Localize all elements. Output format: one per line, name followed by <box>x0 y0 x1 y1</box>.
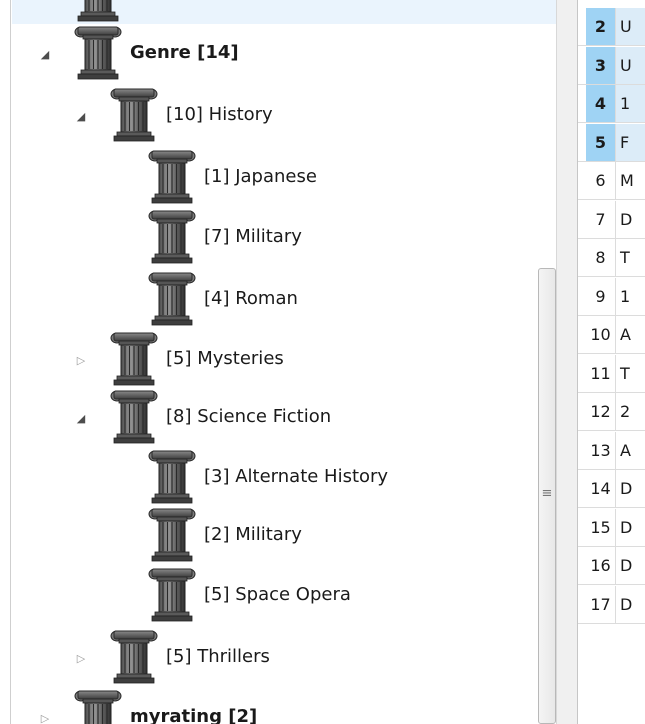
grid-row[interactable]: 5F <box>578 124 645 162</box>
grid-row[interactable]: 14 D <box>578 470 645 508</box>
row-number[interactable]: 10 <box>586 316 616 353</box>
tree-node[interactable]: [3] Alternate History <box>12 448 556 506</box>
tree-node-label: [3] Alternate History <box>204 466 389 487</box>
grid-row[interactable]: 16 D <box>578 547 645 585</box>
grid-cell[interactable]: U <box>616 8 645 45</box>
grid-cell[interactable]: T <box>616 355 645 392</box>
tree-node-label: [2] Military <box>204 524 302 545</box>
tree-node[interactable]: [4] Roman <box>12 270 556 328</box>
tree-node-label: Genre [14] <box>130 42 239 63</box>
row-number[interactable]: 2 <box>586 8 616 45</box>
column-pillar-icon <box>108 330 160 386</box>
collapsed-triangle-icon[interactable]: ▷ <box>74 652 88 666</box>
row-number[interactable]: 16 <box>586 547 616 584</box>
column-pillar-icon <box>146 506 198 562</box>
row-number[interactable]: 14 <box>586 470 616 507</box>
tree-node[interactable]: [2] Military <box>12 506 556 564</box>
row-number[interactable]: 4 <box>586 85 616 122</box>
tree-node-label: [10] History <box>166 104 273 125</box>
tree-node[interactable]: [5] Space Opera <box>12 566 556 624</box>
grid-cell[interactable]: 1 <box>616 85 645 122</box>
grid-row[interactable]: 3U <box>578 47 645 85</box>
column-pillar-icon <box>108 86 160 142</box>
book-list-grid: 2 U 3 U 4 1 5 F 6 M 7 D 8 T 9 1 10 A 11 T 12 2 13 A 14 D 15 D 16 D 17 D <box>578 0 645 724</box>
row-number[interactable]: 9 <box>586 278 616 315</box>
grid-row[interactable]: 10 A <box>578 316 645 354</box>
grid-row[interactable]: 8T <box>578 239 645 277</box>
row-number[interactable]: 7 <box>586 201 616 238</box>
grid-cell[interactable]: T <box>616 239 645 276</box>
grid-cell[interactable]: D <box>616 547 645 584</box>
row-number[interactable]: 5 <box>586 124 616 161</box>
column-pillar-icon <box>146 270 198 326</box>
column-pillar-icon <box>108 388 160 444</box>
tag-browser-tree: ◢ Genre [14] ◢ [10] History [1] Japanese… <box>0 0 556 724</box>
grid-cell[interactable]: M <box>616 162 645 199</box>
tree-node[interactable] <box>12 0 556 24</box>
grid-row[interactable]: 17 D <box>578 586 645 624</box>
grid-cell[interactable]: A <box>616 316 645 353</box>
tree-node-label: [5] Thrillers <box>166 646 270 667</box>
grid-row[interactable]: 7D <box>578 201 645 239</box>
grid-row[interactable]: 2U <box>578 8 645 46</box>
tree-node[interactable]: ◢ [10] History <box>12 86 556 144</box>
grid-cell[interactable]: U <box>616 47 645 84</box>
tree-node-label: [7] Military <box>204 226 302 247</box>
tree-node[interactable]: ▷ myrating [2] <box>12 688 556 724</box>
column-pillar-icon <box>146 148 198 204</box>
tree-node[interactable]: [7] Military <box>12 208 556 266</box>
column-pillar-icon <box>72 0 124 22</box>
tree-node-label: myrating [2] <box>130 706 258 724</box>
grid-row[interactable]: 41 <box>578 85 645 123</box>
row-number[interactable]: 17 <box>586 586 616 623</box>
tree-node-label: [4] Roman <box>204 288 298 309</box>
row-number[interactable]: 6 <box>586 162 616 199</box>
column-pillar-icon <box>146 208 198 264</box>
tree-node[interactable]: ◢ Genre [14] <box>12 24 556 82</box>
grid-cell[interactable]: D <box>616 470 645 507</box>
row-number[interactable]: 8 <box>586 239 616 276</box>
grid-row[interactable]: 6M <box>578 162 645 200</box>
grid-cell[interactable]: D <box>616 586 645 623</box>
tree-node[interactable]: ◢ [8] Science Fiction <box>12 388 556 446</box>
panel-splitter[interactable] <box>556 0 578 724</box>
tree-node-label: [8] Science Fiction <box>166 406 332 427</box>
grid-cell[interactable]: A <box>616 432 645 469</box>
row-number[interactable]: 3 <box>586 47 616 84</box>
tree-node-label: [5] Space Opera <box>204 584 351 605</box>
tree-node[interactable]: [1] Japanese <box>12 148 556 206</box>
tree-node[interactable]: ▷ [5] Thrillers <box>12 628 556 686</box>
grid-cell[interactable]: F <box>616 124 645 161</box>
grid-row[interactable]: 91 <box>578 278 645 316</box>
row-number[interactable]: 12 <box>586 393 616 430</box>
grid-cell[interactable]: 1 <box>616 278 645 315</box>
tree-node-label: [1] Japanese <box>204 166 317 187</box>
column-pillar-icon <box>72 24 124 80</box>
grid-cell[interactable]: D <box>616 201 645 238</box>
scrollbar-grip-icon: ≡ <box>541 486 553 501</box>
grid-row[interactable]: 15 D <box>578 509 645 547</box>
grid-cell[interactable]: D <box>616 509 645 546</box>
tree-node-label: [5] Mysteries <box>166 348 284 369</box>
column-pillar-icon <box>146 566 198 622</box>
expanded-triangle-icon[interactable]: ◢ <box>74 412 88 426</box>
expanded-triangle-icon[interactable]: ◢ <box>74 110 88 124</box>
column-pillar-icon <box>108 628 160 684</box>
column-pillar-icon <box>72 688 124 724</box>
expanded-triangle-icon[interactable]: ◢ <box>38 48 52 62</box>
grid-cell[interactable]: 2 <box>616 393 645 430</box>
row-number[interactable]: 15 <box>586 509 616 546</box>
collapsed-triangle-icon[interactable]: ▷ <box>38 712 52 724</box>
grid-row[interactable]: 11 T <box>578 355 645 393</box>
collapsed-triangle-icon[interactable]: ▷ <box>74 354 88 368</box>
tree-node[interactable]: ▷ [5] Mysteries <box>12 330 556 388</box>
column-pillar-icon <box>146 448 198 504</box>
tree-border <box>10 0 11 724</box>
row-number[interactable]: 11 <box>586 355 616 392</box>
grid-row[interactable]: 13 A <box>578 432 645 470</box>
row-number[interactable]: 13 <box>586 432 616 469</box>
grid-row[interactable]: 12 2 <box>578 393 645 431</box>
